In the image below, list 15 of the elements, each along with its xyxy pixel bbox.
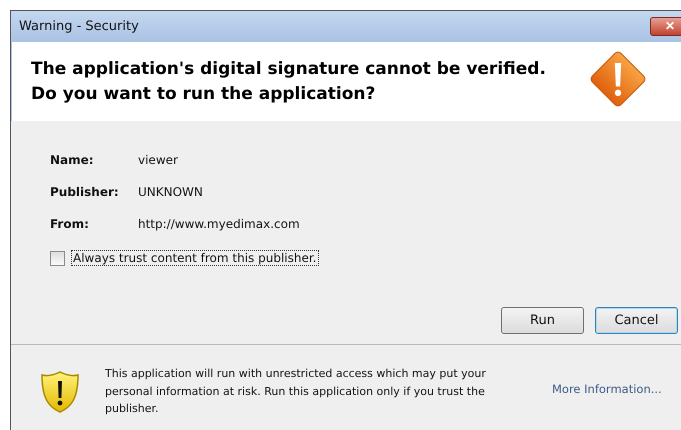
field-label: Name: bbox=[50, 153, 95, 167]
dialog-heading: The application's digital signature cannot be verified. Do you want to run the application? bbox=[31, 58, 546, 106]
field-value: UNKNOWN bbox=[138, 185, 204, 199]
shield-warning-icon bbox=[40, 370, 80, 414]
more-information-link[interactable]: More Information... bbox=[552, 382, 662, 396]
cancel-button[interactable]: Cancel bbox=[595, 307, 678, 334]
trust-checkbox[interactable] bbox=[50, 250, 65, 266]
field-value: http://www.myedimax.com bbox=[138, 217, 301, 231]
risk-message: This application will run with unrestricted access which may put your personal information at risk. Run this application only if you trust the publisher. bbox=[105, 366, 487, 417]
checkbox-label[interactable]: Always trust content from this publisher. bbox=[71, 250, 318, 266]
run-button[interactable]: Run bbox=[501, 307, 584, 334]
field-label: Publisher: bbox=[50, 185, 120, 199]
window-title: Warning - Security bbox=[19, 19, 139, 34]
field-value: viewer bbox=[138, 153, 179, 167]
field-label: From: bbox=[50, 217, 90, 231]
